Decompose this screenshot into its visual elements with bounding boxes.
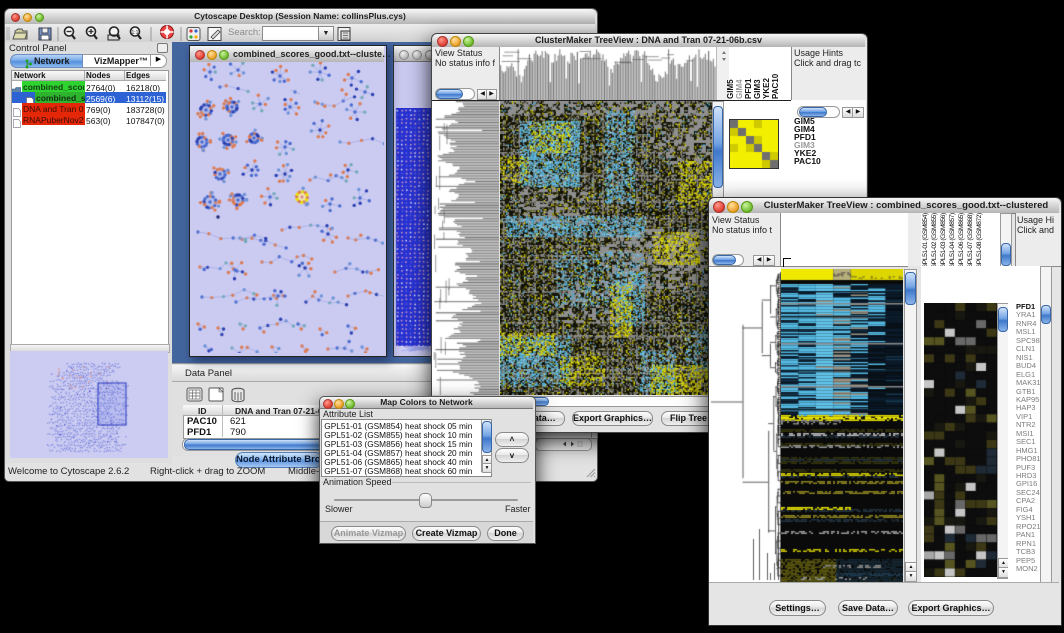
svg-text:1:1: 1:1 <box>132 30 139 36</box>
